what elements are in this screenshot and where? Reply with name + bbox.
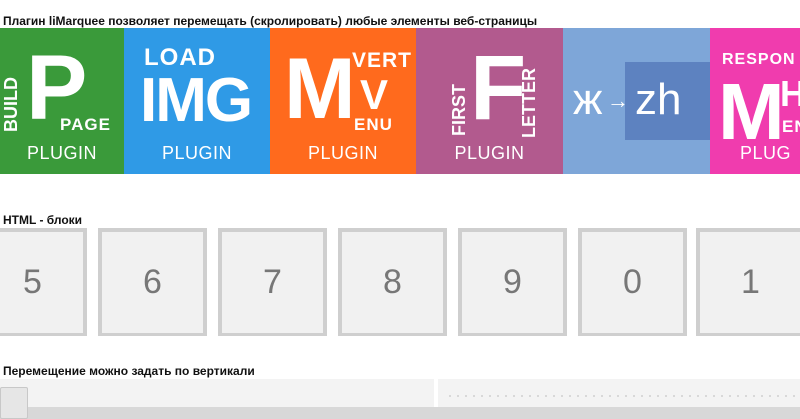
tile-vert-menu-big-letter: M [284, 41, 356, 137]
tile-first-letter-big-letter: F [470, 37, 527, 139]
tile-build-page-small-text: PAGE [60, 115, 111, 134]
tile-load-img: LOAD IMG PLUGIN [124, 28, 270, 174]
html-block: 8 [338, 228, 447, 336]
tile-first-letter-vertical-first: FIRST [449, 84, 469, 136]
tile-vert-menu-small-text: ENU [354, 115, 393, 134]
html-block: 9 [458, 228, 567, 336]
vertical-heading: Перемещение можно задать по вертикали [3, 364, 255, 378]
plugins-marquee: BUILD P PAGE PLUGIN LOAD IMG PLUGIN M VE… [0, 28, 800, 174]
tile-vert-menu-mid-letter: V [360, 71, 389, 118]
tile-translit-arrow-icon: → [607, 88, 629, 113]
tile-build-page: BUILD P PAGE PLUGIN [0, 28, 124, 174]
tile-translit: ж → zh [563, 28, 710, 174]
html-block: 0 [578, 228, 687, 336]
html-block: 7 [218, 228, 327, 336]
tile-first-letter-plugin-label: PLUGIN [454, 143, 525, 163]
tile-build-page-vertical-text: BUILD [1, 77, 21, 132]
tile-responsive-top-text: RESPON [722, 51, 796, 68]
horizontal-scrollbar[interactable] [0, 407, 800, 419]
html-block: 6 [98, 228, 207, 336]
tile-vert-menu-top-text: VERT [352, 49, 413, 72]
tile-translit-left-text: ж [573, 75, 603, 124]
tile-vert-menu-plugin-label: PLUGIN [307, 143, 379, 163]
tile-first-letter-vertical-letter: LETTER [519, 68, 539, 138]
vertical-marquee [0, 379, 800, 419]
tile-build-page-plugin-label: PLUGIN [26, 143, 98, 163]
html-blocks-marquee: 5 6 7 8 9 0 1 [0, 228, 800, 336]
html-block: 5 [0, 228, 87, 336]
tile-responsive-plugin-label: PLUG [740, 143, 792, 163]
tile-responsive-side-text: HA [780, 73, 800, 114]
tile-translit-right-text: zh [635, 75, 682, 124]
tile-responsive: RESPON M HA ENU PLUG [710, 28, 800, 174]
tile-load-img-plugin-label: PLUGIN [161, 143, 233, 163]
tile-vert-menu: M VERT V ENU PLUGIN [270, 28, 416, 174]
tile-first-letter: FIRST F LETTER PLUGIN [416, 28, 563, 174]
vertical-panel-dots [446, 394, 796, 398]
plugins-heading: Плагин liMarquee позволяет перемещать (с… [3, 14, 538, 28]
scrollbar-handle[interactable] [0, 387, 28, 419]
tile-responsive-big-letter: M [718, 67, 785, 156]
tile-load-img-big-text: IMG [140, 66, 253, 135]
html-blocks-heading: HTML - блоки [3, 213, 83, 227]
html-block: 1 [696, 228, 800, 336]
tile-responsive-small-text: ENU [782, 117, 800, 136]
